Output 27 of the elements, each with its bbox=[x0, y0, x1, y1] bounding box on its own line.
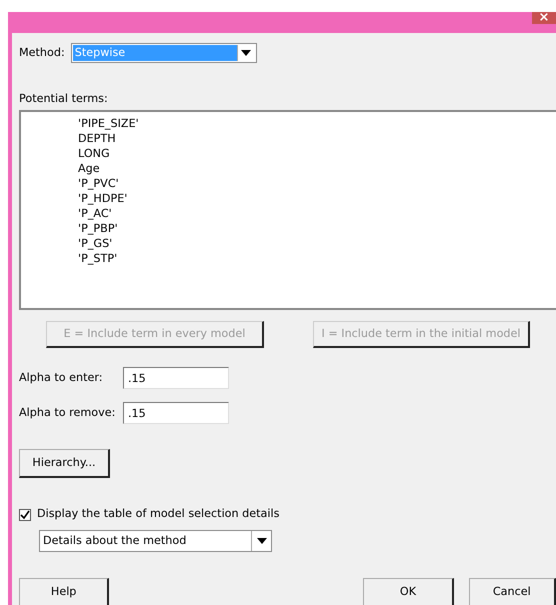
alpha-label: Alpha to enter: bbox=[19, 370, 104, 386]
checkbox-label: Display the table of model selection details bbox=[37, 506, 280, 522]
term-item[interactable]: LONG bbox=[78, 146, 110, 162]
alpha-input-field[interactable]: .15 bbox=[123, 402, 229, 424]
hierarchy-button[interactable]: Hierarchy... bbox=[19, 449, 110, 478]
alpha-input-field[interactable]: .15 bbox=[123, 367, 229, 390]
term-item[interactable]: DEPTH bbox=[78, 131, 116, 146]
method-label: Method: bbox=[19, 45, 65, 61]
term-item[interactable]: Age bbox=[78, 161, 100, 176]
dialog-button[interactable]: Help bbox=[19, 578, 110, 605]
term-item[interactable]: 'P_PBP' bbox=[78, 221, 118, 236]
terms-list[interactable]: 'PIPE_SIZE' DEPTH LONG Age 'P_PVC' 'P_HDPE' 'P_AC' 'P_PBP' 'P_GS' 'P_STP' bbox=[19, 110, 556, 310]
dialog-button[interactable]: OK bbox=[363, 578, 454, 605]
term-item[interactable]: 'P_GS' bbox=[78, 236, 112, 252]
term-item[interactable]: 'P_STP' bbox=[78, 251, 118, 266]
checkbox[interactable] bbox=[19, 508, 31, 521]
alpha-label: Alpha to remove: bbox=[19, 404, 116, 421]
term-item[interactable]: 'P_AC' bbox=[78, 206, 112, 222]
term-item[interactable]: 'PIPE_SIZE' bbox=[78, 116, 139, 132]
method-value: Stepwise bbox=[72, 45, 237, 62]
potential-terms-label: Potential terms: bbox=[19, 91, 108, 108]
details-dropdown[interactable]: Details about the method bbox=[39, 530, 272, 552]
term-item[interactable]: 'P_PVC' bbox=[78, 176, 119, 192]
close-button[interactable]: × bbox=[532, 12, 556, 24]
details-value: Details about the method bbox=[42, 533, 188, 549]
term-item[interactable]: 'P_HDPE' bbox=[78, 191, 128, 206]
dialog-button[interactable]: Cancel bbox=[468, 578, 556, 605]
